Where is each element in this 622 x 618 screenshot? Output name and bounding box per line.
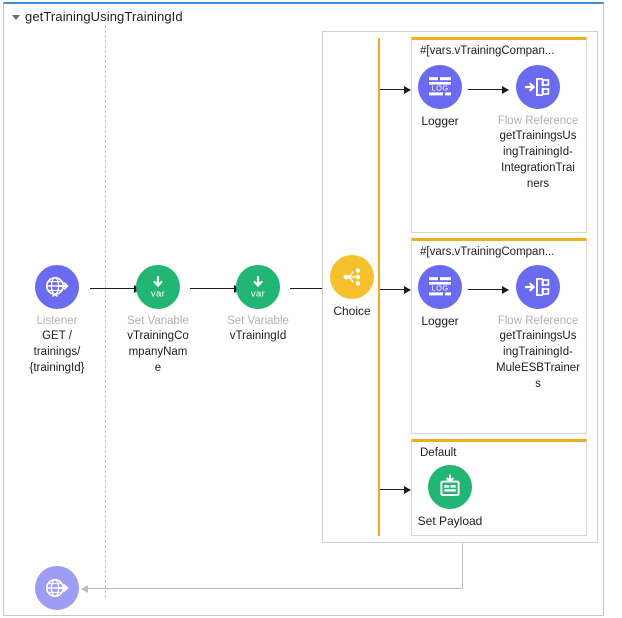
svg-text:LOG: LOG [432, 284, 449, 293]
choice-branch-icon [343, 268, 361, 286]
node-name-line: ners [526, 178, 550, 190]
node-type-label: Set Payload [417, 514, 483, 528]
set-variable-icon-circle: var [236, 265, 280, 309]
node-set-payload[interactable]: Set Payload [400, 465, 500, 529]
node-listener-response[interactable] [7, 566, 107, 610]
node-set-variable-training-id[interactable]: var Set Variable vTrainingId [208, 265, 308, 344]
branch-condition-label: Default [420, 447, 457, 459]
node-name-line: s [535, 378, 541, 390]
logger-icon-circle: LOG [418, 265, 462, 309]
node-flow-reference-1[interactable]: Flow Reference getTrainingsUs ingTrainin… [488, 65, 588, 192]
logger-icon: LOG [429, 277, 451, 296]
var-down-arrow-icon: var [151, 275, 166, 299]
node-flow-reference-2[interactable]: Flow Reference getTrainingsUs ingTrainin… [488, 265, 588, 392]
node-type-label: Set Variable [227, 315, 289, 327]
node-name-line: mpanyNam [128, 346, 188, 358]
logger-icon: LOG [429, 77, 451, 96]
flow-reference-icon [524, 78, 550, 96]
node-type-label: Listener [36, 315, 78, 327]
node-type-label: Flow Reference [497, 315, 579, 327]
node-type-label: Set Variable [127, 315, 189, 327]
node-type-label: Flow Reference [497, 115, 579, 127]
set-variable-icon-circle: var [136, 265, 180, 309]
return-path-horizontal [81, 584, 463, 593]
node-name-line: ingTrainingId- [503, 146, 573, 158]
node-name-line: getTrainingsUs [499, 330, 577, 342]
choice-icon-circle [330, 255, 374, 299]
node-name-line: IntegrationTrai [501, 162, 575, 174]
node-name-line: getTrainingsUs [499, 130, 577, 142]
set-payload-icon-circle [428, 465, 472, 509]
node-logger-1[interactable]: LOG Logger [390, 65, 490, 129]
node-name-label: vTrainingId [208, 328, 308, 344]
flow-header[interactable]: getTrainingUsingTrainingId [12, 9, 183, 24]
listener-response-icon-circle [35, 566, 79, 610]
node-logger-2[interactable]: LOG Logger [390, 265, 490, 329]
globe-arrow-icon [45, 578, 69, 598]
node-name-line: GET / [42, 330, 72, 342]
svg-text:var: var [151, 288, 166, 299]
svg-text:var: var [251, 288, 266, 299]
flow-title: getTrainingUsingTrainingId [25, 9, 183, 24]
choice-label: Choice [333, 304, 371, 318]
set-payload-icon [440, 474, 460, 496]
node-name-label: getTrainingsUs ingTrainingId- MuleESBTra… [488, 328, 588, 392]
node-set-variable-company[interactable]: var Set Variable vTrainingCo mpanyNam e [108, 265, 208, 376]
node-name-line: trainings/ [33, 346, 81, 358]
node-name-line: MuleESBTrainer [496, 362, 580, 374]
flow-reference-icon-circle [516, 265, 560, 309]
node-name-label: GET / trainings/ {trainingId} [7, 328, 107, 376]
branch-condition-label: #[vars.vTrainingCompan... [420, 246, 555, 258]
node-choice[interactable]: Choice [302, 255, 402, 319]
node-name-line: vTrainingId [229, 330, 287, 342]
node-name-label: getTrainingsUs ingTrainingId- Integratio… [488, 128, 588, 192]
node-name-label: vTrainingCo mpanyNam e [108, 328, 208, 376]
branch-condition-label: #[vars.vTrainingCompan... [420, 45, 555, 57]
flow-reference-icon [524, 278, 550, 296]
logger-icon-circle: LOG [418, 65, 462, 109]
flow-canvas: getTrainingUsingTrainingId Listener GET … [0, 0, 622, 618]
node-name-line: {trainingId} [29, 362, 85, 374]
node-name-line: e [154, 362, 162, 374]
listener-icon-circle [35, 265, 79, 309]
node-listener[interactable]: Listener GET / trainings/ {trainingId} [7, 265, 107, 376]
collapse-triangle-icon[interactable] [12, 15, 20, 20]
globe-arrow-icon [45, 276, 69, 298]
node-type-label: Logger [421, 314, 459, 328]
node-name-line: ingTrainingId- [503, 346, 573, 358]
node-name-line: vTrainingCo [127, 330, 189, 342]
node-type-label: Logger [421, 114, 459, 128]
flow-reference-icon-circle [516, 65, 560, 109]
svg-text:LOG: LOG [432, 84, 449, 93]
var-down-arrow-icon: var [251, 275, 266, 299]
return-path-vertical [462, 543, 463, 588]
